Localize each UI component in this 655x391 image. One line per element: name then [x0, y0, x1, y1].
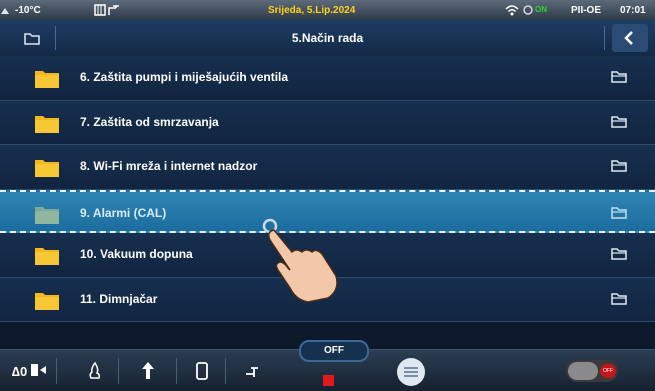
- page-title: 5.Način rada: [291, 31, 364, 45]
- stop-icon[interactable]: [323, 375, 334, 386]
- list-item-label: 9. Alarmi (CAL): [80, 205, 167, 220]
- main-menu-button[interactable]: [397, 358, 425, 386]
- power-toggle[interactable]: OFF: [566, 360, 618, 382]
- tank-icon[interactable]: [196, 362, 208, 380]
- tap-water-icon[interactable]: [245, 364, 261, 378]
- outdoor-temperature: -10°C: [15, 5, 41, 16]
- list-item-label: 6. Zaštita pumpi i miješajućih ventila: [80, 70, 289, 84]
- list-item-label: 11. Dimnjačar: [80, 291, 158, 306]
- folder-open-icon[interactable]: [611, 69, 627, 83]
- folder-open-icon[interactable]: [611, 291, 627, 305]
- folder-open-icon[interactable]: [611, 205, 627, 219]
- list-item-label: 8. Wi-Fi mreža i internet nadzor: [80, 159, 258, 173]
- page-header: 5.Način rada: [0, 20, 655, 57]
- menu-icon: [404, 367, 418, 377]
- mode-off-badge[interactable]: OFF: [299, 340, 369, 362]
- heating-icon[interactable]: [140, 361, 156, 381]
- toolbar-divider: [56, 358, 57, 384]
- auto-mode-icon[interactable]: ∆0: [12, 361, 48, 381]
- tap-water-icon: [108, 5, 119, 15]
- list-item[interactable]: 8. Wi-Fi mreža i internet nadzor: [0, 145, 655, 190]
- boiler-icon: [94, 4, 106, 16]
- burner-icon[interactable]: [89, 362, 101, 380]
- status-bar: -10°C Srijeda, 5.Lip.2024 ON PII-OE 07:0…: [0, 0, 655, 20]
- wifi-icon: [505, 5, 519, 16]
- header-divider: [604, 26, 605, 50]
- connection-icon: [523, 5, 533, 15]
- operating-mode: PII-OE: [571, 5, 602, 16]
- list-item-label: 10. Vakuum dopuna: [80, 247, 193, 261]
- folder-open-icon[interactable]: [611, 158, 627, 172]
- list-item-label: 7. Zaštita od smrzavanja: [80, 114, 219, 129]
- outdoor-icon: [1, 8, 9, 14]
- back-button[interactable]: [612, 24, 648, 52]
- folder-icon: [35, 71, 59, 88]
- folder-icon: [35, 115, 59, 133]
- folder-open-icon[interactable]: [611, 246, 627, 260]
- date-display: Srijeda, 5.Lip.2024: [268, 5, 356, 16]
- folder-icon: [35, 206, 59, 224]
- folder-icon: [35, 248, 59, 265]
- folder-icon: [35, 160, 59, 177]
- list-item[interactable]: 7. Zaštita od smrzavanja: [0, 100, 655, 145]
- toggle-knob: [568, 362, 598, 380]
- bottom-toolbar: ∆0 OFF OFF: [0, 340, 655, 391]
- toggle-state: OFF: [600, 364, 616, 378]
- svg-text:∆0: ∆0: [12, 364, 27, 379]
- folder-open-icon[interactable]: [611, 114, 627, 128]
- connection-status: ON: [535, 5, 547, 14]
- list-item[interactable]: 6. Zaštita pumpi i miješajućih ventila: [0, 56, 655, 101]
- toolbar-divider: [118, 358, 119, 384]
- back-chevron-icon: [624, 31, 633, 45]
- tap-hand-icon: [262, 218, 338, 303]
- toolbar-divider: [176, 358, 177, 384]
- toolbar-divider: [225, 358, 226, 384]
- folder-icon: [35, 292, 59, 310]
- clock: 07:01: [620, 5, 646, 16]
